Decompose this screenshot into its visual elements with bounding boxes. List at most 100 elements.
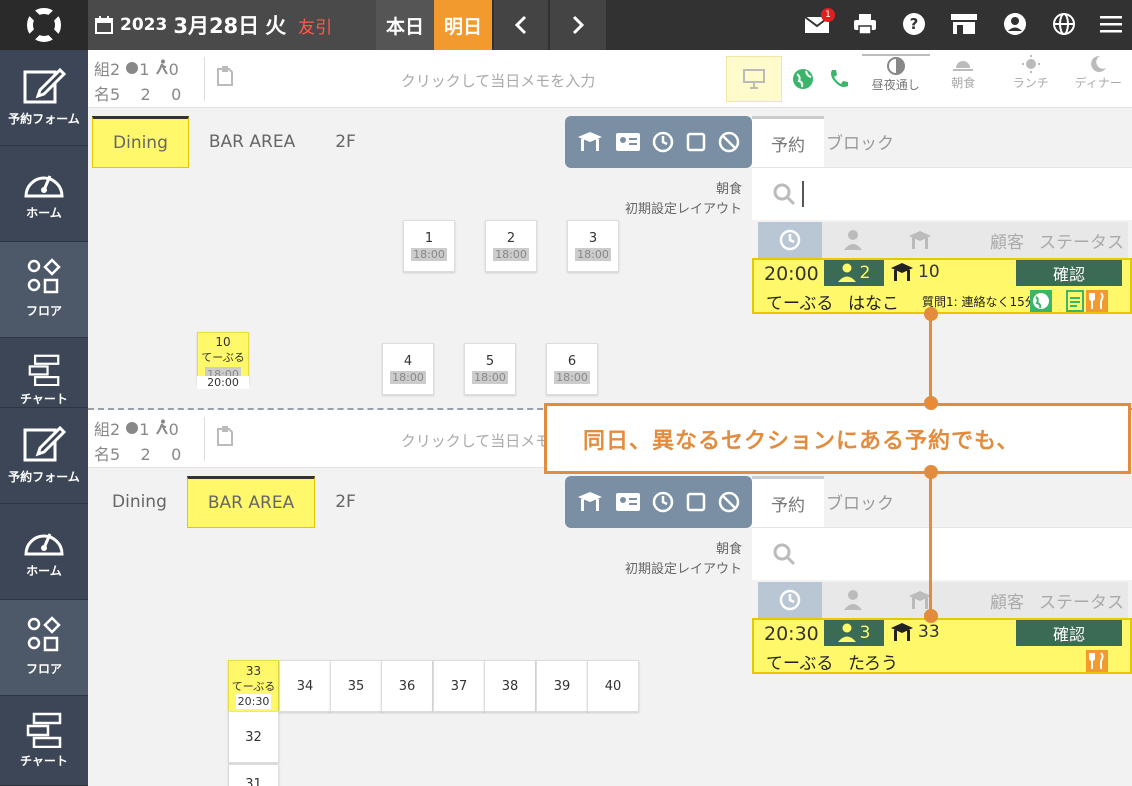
document-icon	[1066, 290, 1084, 312]
date-year: 2023	[120, 15, 168, 35]
sort-table-column[interactable]	[884, 590, 956, 610]
table-3[interactable]: 3 18:00	[567, 220, 619, 272]
globe-icon	[1030, 290, 1052, 312]
clock-icon[interactable]	[652, 491, 674, 513]
table-2[interactable]: 2 18:00	[485, 220, 537, 272]
table-36[interactable]: 36	[381, 660, 433, 712]
sidebar-item-home[interactable]: ホーム	[0, 146, 88, 242]
table-6[interactable]: 6 18:00	[546, 343, 598, 395]
block-icon[interactable]	[718, 131, 740, 153]
tab-blocks[interactable]: ブロック	[824, 116, 896, 167]
tab-bar-area[interactable]: BAR AREA	[186, 476, 316, 528]
sort-customer-column[interactable]: 顧客	[956, 228, 1024, 253]
status-badge[interactable]: 確認	[1016, 620, 1122, 646]
id-card-icon[interactable]	[615, 132, 641, 152]
reservation-customer: たろう	[848, 654, 898, 674]
reservation-table-name: てーぶる	[766, 654, 834, 674]
tomorrow-button[interactable]: 明日	[434, 0, 492, 50]
app-logo[interactable]	[0, 0, 88, 50]
sort-status-column[interactable]: ステータス	[1024, 228, 1124, 253]
globe-icon	[793, 69, 813, 89]
reservation-search[interactable]	[752, 168, 1132, 220]
table-35[interactable]: 35	[330, 660, 382, 712]
tab-bar-area[interactable]: BAR AREA	[189, 116, 315, 168]
table-4[interactable]: 4 18:00	[382, 343, 434, 395]
sort-time-column[interactable]	[758, 582, 822, 618]
memo-input[interactable]: クリックして当日メモを入力	[248, 70, 748, 91]
help-button[interactable]: ?	[900, 10, 928, 38]
tab-reservations[interactable]: 予約	[752, 476, 824, 527]
tab-dining[interactable]: Dining	[92, 476, 187, 528]
reservation-persons: 3	[824, 620, 884, 646]
sidebar-label: フロア	[25, 662, 62, 676]
meal-period-allday[interactable]: 昼夜通し	[862, 54, 930, 104]
callout-dot	[924, 396, 938, 410]
date-selector[interactable]: 2023 3月28日 火 友引	[88, 0, 376, 50]
sidebar-item-reservation-form[interactable]: 予約フォーム	[0, 408, 88, 504]
table-34[interactable]: 34	[279, 660, 331, 712]
tab-reservations[interactable]: 予約	[752, 116, 824, 167]
moon-icon	[1091, 55, 1107, 72]
sort-customer-column[interactable]: 顧客	[956, 588, 1024, 613]
sort-persons-column[interactable]	[822, 589, 884, 611]
sidebar-item-floor[interactable]: フロア	[0, 242, 88, 338]
menu-button[interactable]	[1097, 10, 1125, 38]
tab-2f[interactable]: 2F	[315, 476, 376, 528]
sort-status-column[interactable]: ステータス	[1024, 588, 1124, 613]
sort-persons-column[interactable]	[822, 229, 884, 251]
annotation-callout: 同日、異なるセクションにある予約でも、	[544, 403, 1131, 474]
table-31[interactable]: 31	[228, 764, 279, 786]
phone-reservation[interactable]	[828, 68, 850, 94]
id-card-icon[interactable]	[615, 492, 641, 512]
square-icon[interactable]	[686, 492, 706, 512]
edit-form-icon	[23, 67, 66, 104]
table-33-highlighted[interactable]: 33 てーぶる 20:30	[228, 660, 279, 712]
store-icon	[951, 14, 977, 34]
table-32[interactable]: 32	[228, 711, 279, 763]
table-38[interactable]: 38	[484, 660, 536, 712]
table-5[interactable]: 5 18:00	[464, 343, 516, 395]
sidebar-item-home[interactable]: ホーム	[0, 504, 88, 600]
meal-period-dinner[interactable]: ディナー	[1065, 54, 1132, 104]
day-night-icon	[886, 57, 905, 75]
sidebar-item-floor[interactable]: フロア	[0, 600, 88, 696]
mail-button[interactable]: 1	[803, 8, 835, 38]
clock-icon[interactable]	[652, 131, 674, 153]
table-icon[interactable]	[577, 491, 603, 513]
tab-dining[interactable]: Dining	[92, 116, 189, 168]
print-button[interactable]	[851, 10, 879, 38]
person-icon	[837, 623, 856, 642]
reservation-row[interactable]: 20:30 3 33 確認 てーぶる たろう	[752, 618, 1132, 674]
sort-time-column[interactable]	[758, 222, 822, 258]
table-39[interactable]: 39	[536, 660, 588, 712]
presentation-toggle[interactable]	[726, 56, 782, 102]
meal-period-lunch[interactable]: ランチ	[997, 54, 1065, 104]
table-1[interactable]: 1 18:00	[403, 220, 455, 272]
store-button[interactable]	[950, 10, 978, 38]
tab-2f[interactable]: 2F	[315, 116, 376, 168]
memo-flag	[1066, 290, 1084, 316]
reservation-search[interactable]	[752, 528, 1132, 580]
square-icon[interactable]	[686, 132, 706, 152]
sidebar-item-reservation-form[interactable]: 予約フォーム	[0, 50, 88, 146]
table-40[interactable]: 40	[587, 660, 639, 712]
reservation-row[interactable]: 20:00 2 10 確認 てーぶる はなこ 質問1: 連絡なく15分	[752, 258, 1132, 314]
tab-blocks[interactable]: ブロック	[824, 476, 896, 527]
status-badge[interactable]: 確認	[1016, 260, 1122, 286]
block-icon[interactable]	[718, 491, 740, 513]
account-button[interactable]	[1001, 10, 1029, 38]
web-reservation-globe[interactable]	[792, 68, 814, 94]
table-icon[interactable]	[577, 131, 603, 153]
reservation-list-header: 顧客 ステータス	[758, 582, 1128, 618]
walkin-icon	[155, 59, 168, 75]
meal-period-breakfast[interactable]: 朝食	[930, 54, 998, 104]
table-37[interactable]: 37	[433, 660, 485, 712]
next-day-button[interactable]	[550, 0, 606, 50]
language-button[interactable]	[1050, 10, 1078, 38]
today-button[interactable]: 本日	[376, 0, 434, 50]
prev-day-button[interactable]	[494, 0, 548, 50]
sidebar-label: 予約フォーム	[8, 112, 80, 126]
sidebar-item-chart[interactable]: チャート	[0, 696, 88, 786]
sidebar-item-chart[interactable]: チャート	[0, 338, 88, 408]
sort-table-column[interactable]	[884, 230, 956, 250]
